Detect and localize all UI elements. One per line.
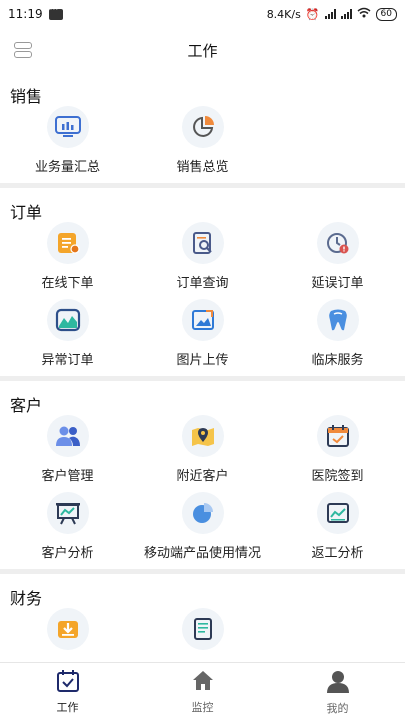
bottom-tab-bar: 工作 监控 我的 bbox=[0, 662, 405, 720]
calendar-check-icon bbox=[56, 669, 80, 697]
menu-item-label: 图片上传 bbox=[176, 353, 229, 368]
user-icon bbox=[324, 667, 351, 698]
menu-item-label: 返工分析 bbox=[311, 546, 364, 561]
status-time: 11:19 bbox=[8, 7, 43, 21]
menu-item-label: 临床服务 bbox=[311, 353, 364, 368]
network-speed: 8.4K/s bbox=[266, 7, 301, 21]
menu-item-finance-1[interactable] bbox=[0, 608, 135, 662]
section-title: 订单 bbox=[10, 203, 43, 222]
tooth-icon bbox=[316, 299, 359, 341]
menu-item-delayed-order[interactable]: 延误订单 bbox=[270, 222, 405, 299]
menu-item-label: 移动端产品使用情况 bbox=[143, 546, 261, 561]
menu-item-finance-2[interactable] bbox=[135, 608, 270, 662]
menu-item-label: 在线下单 bbox=[41, 276, 94, 291]
tab-label: 监控 bbox=[191, 700, 214, 714]
clock-warning-icon bbox=[316, 222, 359, 264]
menu-item-mobile-usage[interactable]: 移动端产品使用情况 bbox=[135, 492, 270, 569]
menu-item-label: 客户分析 bbox=[41, 546, 94, 561]
menu-item-order-query[interactable]: 订单查询 bbox=[135, 222, 270, 299]
battery-indicator: 60 bbox=[375, 7, 397, 21]
section-sales: 销售 业务量汇总 销售总览 bbox=[0, 72, 405, 188]
pie-usage-icon bbox=[181, 492, 224, 534]
status-bar: 11:19 8.4K/s ⏰ 60 bbox=[0, 0, 405, 28]
menu-item-sales-overview[interactable]: 销售总览 bbox=[135, 106, 270, 183]
menu-item-label: 延误订单 bbox=[311, 276, 364, 291]
section-orders: 订单 在线下单 订单查询 延误订单 异常订单 图片上传 临床服务 bbox=[0, 188, 405, 381]
presentation-icon bbox=[46, 492, 89, 534]
menu-item-nearby-customers[interactable]: 附近客户 bbox=[135, 415, 270, 492]
calendar-check-icon bbox=[316, 415, 359, 457]
switch-menu-icon[interactable] bbox=[14, 42, 32, 58]
menu-item-label: 异常订单 bbox=[41, 353, 94, 368]
section-title: 销售 bbox=[10, 87, 43, 106]
menu-item-label: 客户管理 bbox=[41, 469, 94, 484]
content-area[interactable]: 销售 业务量汇总 销售总览 订单 在线下单 订单查询 延误订单 异常订单 图片上… bbox=[0, 72, 405, 662]
page-title: 工作 bbox=[187, 41, 218, 60]
menu-item-online-order[interactable]: 在线下单 bbox=[0, 222, 135, 299]
tab-monitor[interactable]: 监控 bbox=[135, 663, 270, 720]
menu-item-label: 销售总览 bbox=[176, 160, 229, 175]
trend-board-icon bbox=[316, 492, 359, 534]
abnormal-chart-icon bbox=[46, 299, 89, 341]
menu-item-clinical-service[interactable]: 临床服务 bbox=[270, 299, 405, 376]
bar-chart-icon bbox=[46, 106, 89, 148]
menu-item-business-summary[interactable]: 业务量汇总 bbox=[0, 106, 135, 183]
message-notification-icon bbox=[48, 5, 63, 20]
menu-item-hospital-checkin[interactable]: 医院签到 bbox=[270, 415, 405, 492]
home-icon bbox=[191, 669, 215, 697]
signal-icon-2 bbox=[340, 9, 352, 19]
menu-item-label: 医院签到 bbox=[311, 469, 364, 484]
pie-chart-icon bbox=[181, 106, 224, 148]
wifi-icon bbox=[357, 7, 371, 21]
tab-label: 我的 bbox=[326, 701, 349, 715]
menu-item-label: 附近客户 bbox=[176, 469, 229, 484]
menu-item-customer-management[interactable]: 客户管理 bbox=[0, 415, 135, 492]
menu-item-abnormal-order[interactable]: 异常订单 bbox=[0, 299, 135, 376]
download-tray-icon bbox=[46, 608, 89, 650]
invoice-icon bbox=[181, 608, 224, 650]
nav-bar: 工作 bbox=[0, 28, 405, 72]
section-title: 财务 bbox=[10, 589, 43, 608]
image-upload-icon bbox=[181, 299, 224, 341]
tab-work[interactable]: 工作 bbox=[0, 663, 135, 720]
alarm-icon: ⏰ bbox=[305, 7, 320, 21]
tab-mine[interactable]: 我的 bbox=[270, 663, 405, 720]
menu-item-rework-analysis[interactable]: 返工分析 bbox=[270, 492, 405, 569]
section-finance: 财务 bbox=[0, 574, 405, 662]
menu-item-customer-analysis[interactable]: 客户分析 bbox=[0, 492, 135, 569]
users-icon bbox=[46, 415, 89, 457]
menu-item-image-upload[interactable]: 图片上传 bbox=[135, 299, 270, 376]
section-title: 客户 bbox=[10, 396, 43, 415]
map-pin-icon bbox=[181, 415, 224, 457]
menu-item-label: 订单查询 bbox=[176, 276, 229, 291]
signal-icon bbox=[324, 9, 336, 19]
tab-label: 工作 bbox=[56, 700, 79, 714]
section-customers: 客户 客户管理 附近客户 医院签到 客户分析 移动端产品使用情况 返工分析 bbox=[0, 381, 405, 574]
menu-item-label: 业务量汇总 bbox=[34, 160, 100, 175]
order-list-icon bbox=[46, 222, 89, 264]
search-doc-icon bbox=[181, 222, 224, 264]
